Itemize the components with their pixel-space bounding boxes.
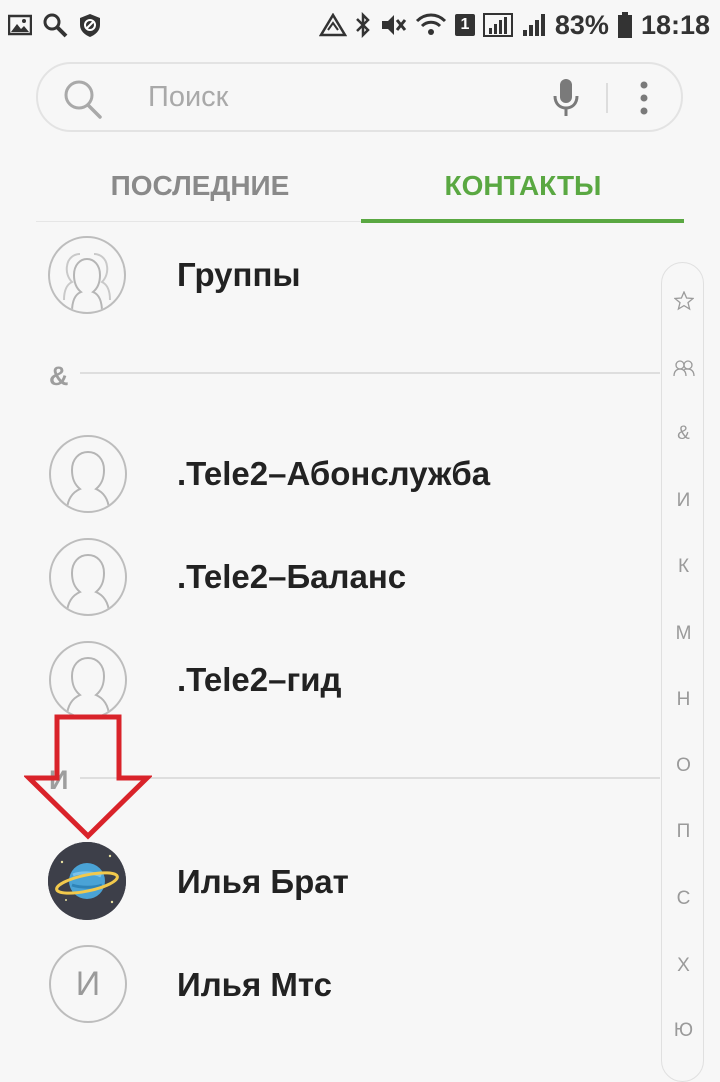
person-icon <box>49 641 127 719</box>
index-letter[interactable]: И <box>662 490 705 512</box>
search-input[interactable]: Поиск <box>148 64 228 130</box>
index-letter[interactable]: К <box>662 556 705 578</box>
status-right: 1 83% 18:18 <box>318 9 720 41</box>
tab-recent[interactable]: ПОСЛЕДНИЕ <box>40 160 360 224</box>
battery-icon <box>617 11 633 39</box>
search-bar[interactable]: Поиск <box>36 62 683 132</box>
mute-icon <box>379 12 407 38</box>
index-favorites-star-icon[interactable] <box>662 290 705 317</box>
status-time: 18:18 <box>640 9 710 40</box>
wifi-icon <box>415 12 447 38</box>
index-letter[interactable]: О <box>662 755 705 777</box>
index-letter[interactable]: & <box>662 423 705 445</box>
data-saver-icon <box>318 13 347 37</box>
index-letter[interactable]: П <box>662 821 705 843</box>
index-letter[interactable]: Н <box>662 689 705 711</box>
shield-icon <box>78 12 102 38</box>
person-icon <box>49 538 127 616</box>
status-bar: 1 83% 18:18 <box>0 0 720 50</box>
index-letter[interactable]: М <box>662 623 705 645</box>
search-icon <box>62 78 104 125</box>
index-letter[interactable]: Х <box>662 955 705 977</box>
search-divider <box>606 83 608 113</box>
microphone-icon[interactable] <box>551 78 581 123</box>
contact-name[interactable]: Илья Брат <box>177 863 349 901</box>
annotation-arrow <box>22 714 154 845</box>
groups-label[interactable]: Группы <box>177 256 301 294</box>
signal-icon <box>521 12 547 38</box>
section-header-ampersand: & <box>49 361 69 391</box>
sim-badge: 1 <box>454 14 475 36</box>
more-options-icon[interactable] <box>638 80 650 121</box>
tab-contacts[interactable]: КОНТАКТЫ <box>362 160 684 224</box>
bluetooth-icon <box>355 12 371 38</box>
index-groups-icon[interactable] <box>662 359 705 383</box>
contact-name[interactable]: .Tele2–гид <box>177 661 341 699</box>
signal-box-icon <box>482 12 513 38</box>
index-letter[interactable]: Ю <box>662 1020 705 1042</box>
contact-name[interactable]: .Tele2–Баланс <box>177 558 406 596</box>
contact-name[interactable]: Илья Мтс <box>177 966 332 1004</box>
person-icon <box>49 435 127 513</box>
battery-percent: 83% <box>554 9 609 40</box>
contact-name[interactable]: .Tele2–Абонслужба <box>177 455 490 493</box>
status-left <box>0 12 102 38</box>
index-letter[interactable]: С <box>662 888 705 910</box>
index-scroller[interactable]: & И К М Н О П С Х Ю <box>661 262 704 1082</box>
letter-avatar: И <box>49 945 127 1023</box>
gallery-icon <box>8 14 32 36</box>
planet-icon <box>48 842 126 920</box>
section-divider <box>80 777 660 779</box>
section-divider <box>80 372 660 374</box>
search-status-icon <box>42 12 68 38</box>
groups-icon <box>48 236 126 314</box>
active-tab-indicator <box>361 219 684 223</box>
